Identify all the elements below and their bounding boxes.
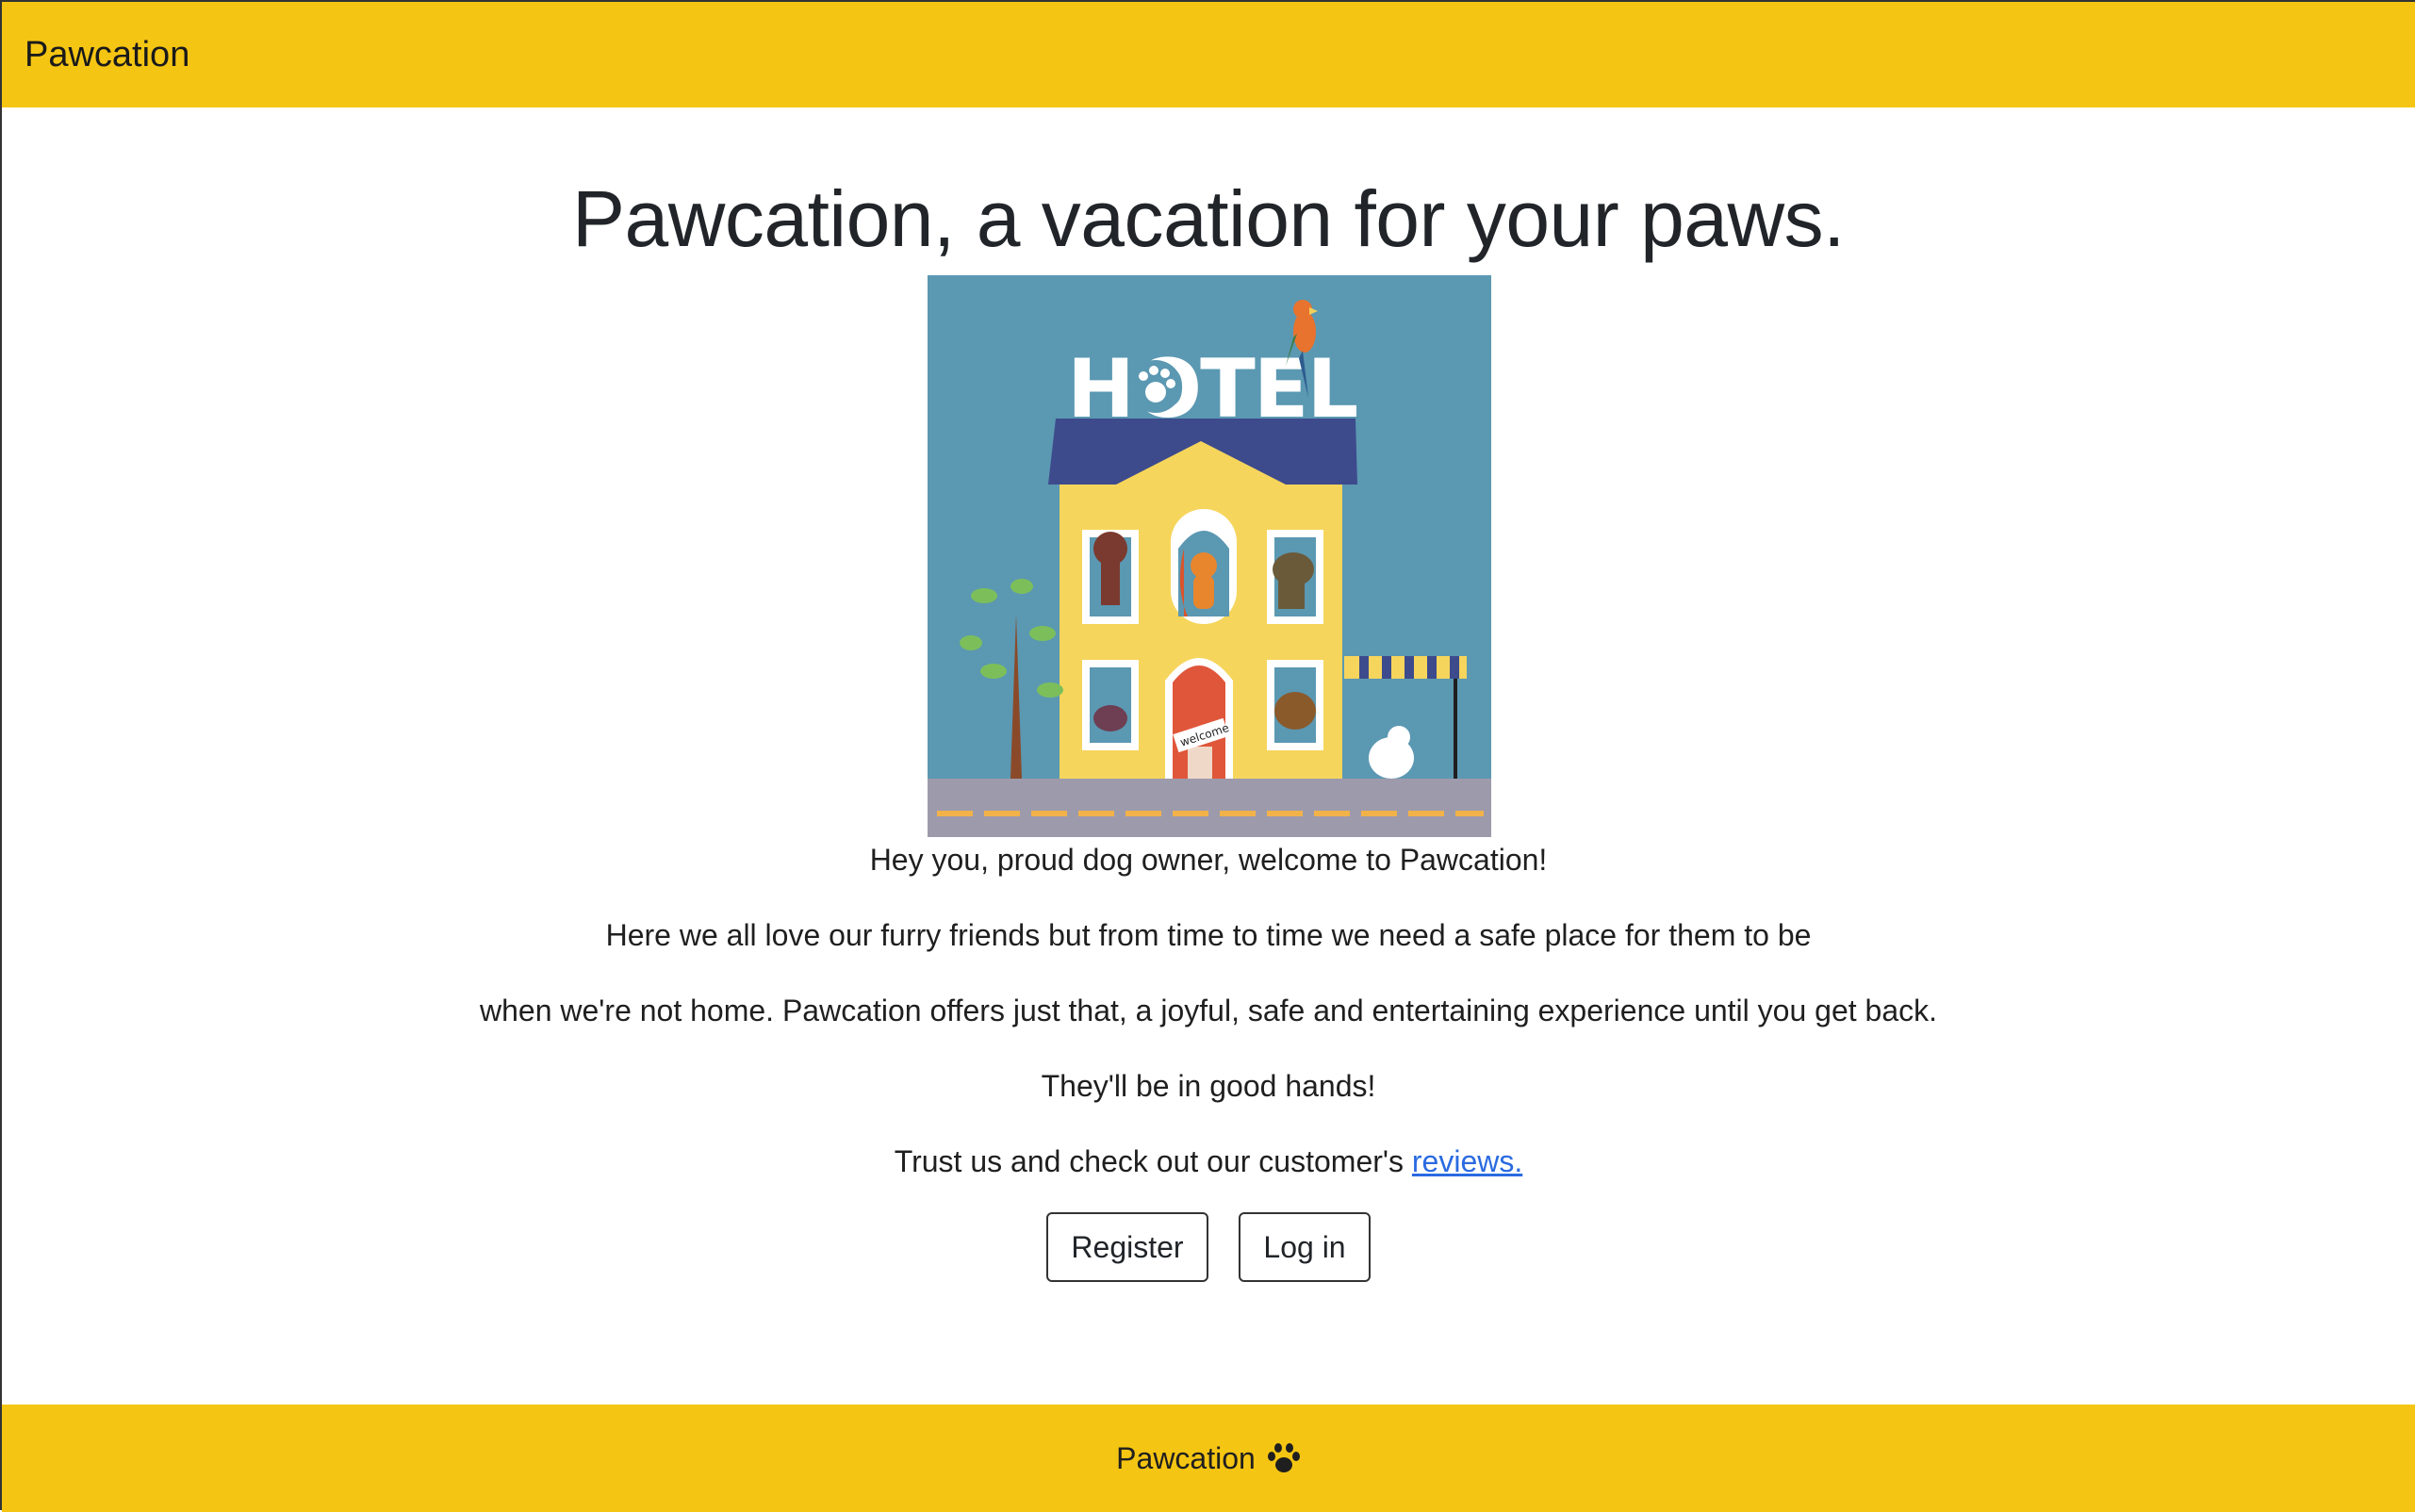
page-title: Pawcation, a vacation for your paws. [571,174,1846,263]
welcome-text: Hey you, proud dog owner, welcome to Paw… [869,843,1548,877]
trust-text: Trust us and check out our customer's re… [2,1142,2415,1180]
main-content: Pawcation, a vacation for your paws. HOT… [2,107,2415,1405]
reviews-link[interactable]: reviews. [1412,1144,1522,1178]
footer-brand: Pawcation [1116,1440,1256,1475]
navbar-brand[interactable]: Pawcation [25,35,189,75]
intro-text-line-2: when we're not home. Pawcation offers ju… [480,994,1937,1027]
reassurance-text: They'll be in good hands! [1041,1069,1376,1103]
auth-actions: Register Log in [2,1212,2415,1282]
paw-icon [1267,1443,1300,1472]
register-button[interactable]: Register [1046,1212,1208,1282]
hotel-hero-image: HOTEL welcome [928,275,1491,837]
footer: Pawcation [2,1405,2415,1512]
navbar: Pawcation [2,2,2415,107]
trust-text-prefix: Trust us and check out our customer's [894,1144,1412,1178]
intro-text-line-1: Here we all love our furry friends but f… [605,918,1812,952]
login-button[interactable]: Log in [1239,1212,1371,1282]
